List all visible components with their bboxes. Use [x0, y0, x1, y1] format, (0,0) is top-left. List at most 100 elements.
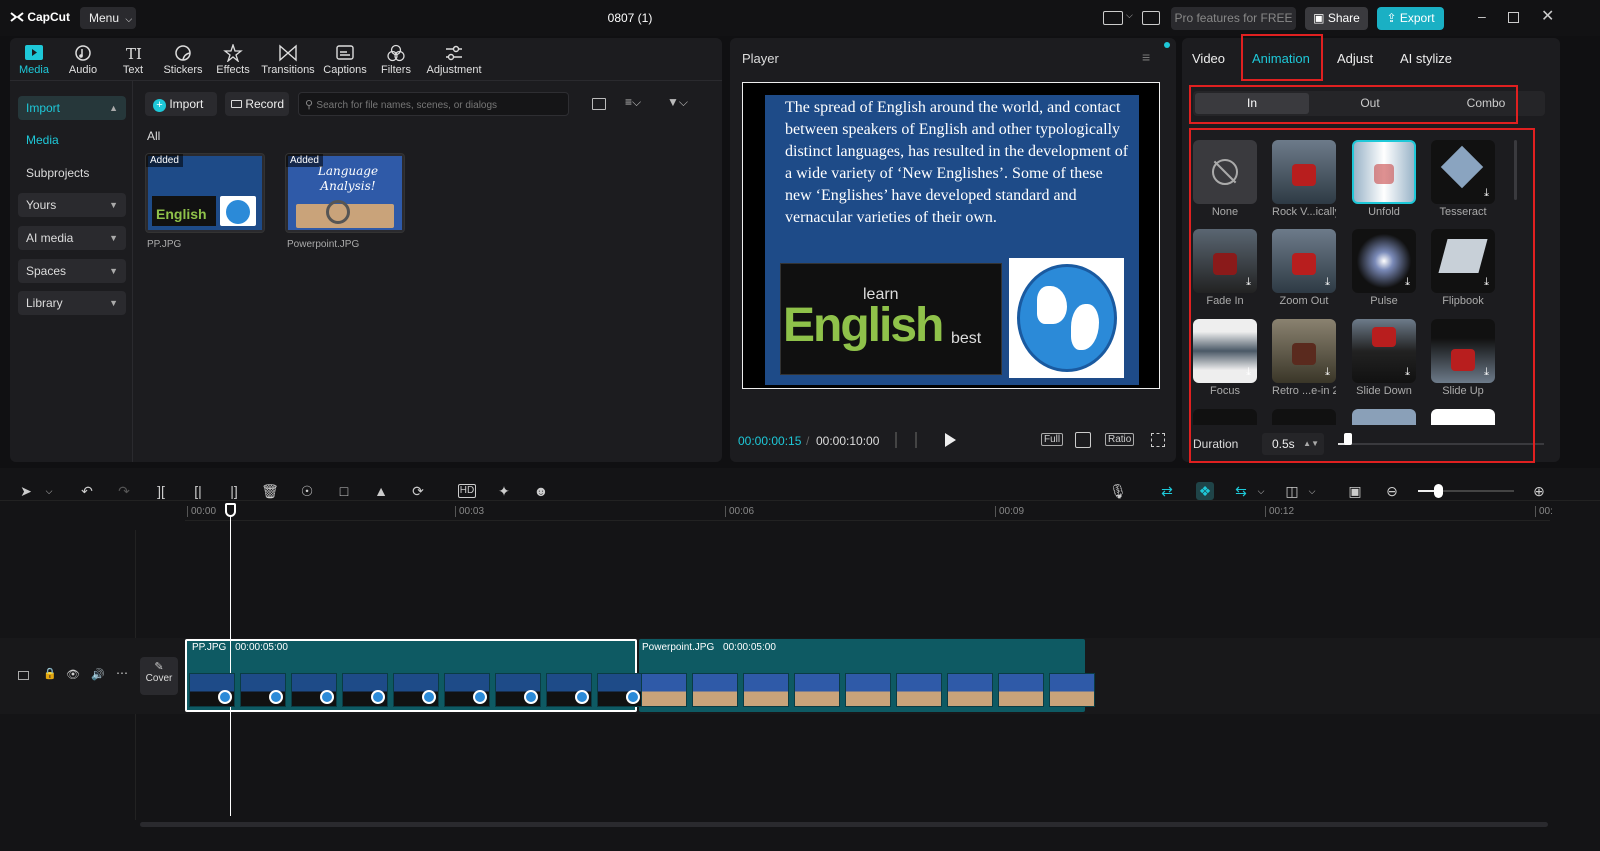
animation-thumb-partial[interactable] — [1272, 409, 1336, 425]
split-icon[interactable]: ][ — [152, 482, 170, 500]
animation-retro-fade-in-2[interactable]: ⤓ Retro ...e-in 2 — [1272, 319, 1336, 397]
toolbar-effects[interactable]: Effects — [205, 44, 261, 76]
grid-view-icon[interactable] — [592, 98, 606, 110]
keyboard-icon[interactable] — [1142, 11, 1160, 25]
animation-tesseract[interactable]: ⤓ Tesseract — [1431, 140, 1495, 218]
ratio-button[interactable]: Ratio — [1105, 433, 1135, 446]
sidebar-item-spaces[interactable]: Spaces ▼ — [18, 259, 126, 283]
mirror-icon[interactable]: ▲ — [372, 482, 390, 500]
maximize-icon[interactable] — [1508, 12, 1519, 23]
tab-video[interactable]: Video — [1192, 51, 1225, 66]
link-clips-icon[interactable]: ⇄ — [1158, 482, 1176, 500]
zoom-slider-thumb[interactable] — [1434, 484, 1443, 498]
volume-icon[interactable]: 🔊 — [91, 668, 105, 681]
lock-icon[interactable]: 🔒 — [43, 667, 57, 680]
duration-slider-thumb[interactable] — [1344, 433, 1352, 445]
undo-icon[interactable]: ↶ — [78, 482, 96, 500]
animation-thumb-partial[interactable] — [1431, 409, 1495, 425]
hd-icon[interactable]: HD — [458, 484, 476, 498]
chevron-down-icon[interactable]: ⌵ — [1126, 10, 1133, 21]
microphone-icon[interactable]: 🎙 — [1109, 482, 1127, 500]
eye-icon[interactable]: 👁 — [66, 668, 80, 681]
animation-flipbook[interactable]: ⤓ Flipbook — [1431, 229, 1495, 307]
toolbar-media[interactable]: Media — [6, 44, 62, 76]
magic-wand-icon[interactable]: ✦ — [495, 482, 513, 500]
toolbar-text[interactable]: TI Text — [105, 44, 161, 76]
animation-thumb-partial[interactable] — [1193, 409, 1257, 425]
playhead-line[interactable] — [230, 510, 231, 816]
animation-focus[interactable]: ⤓ Focus — [1193, 319, 1257, 397]
chevron-down-icon[interactable]: ⌵ — [1252, 482, 1270, 500]
zoom-out-icon[interactable]: ⊖ — [1383, 482, 1401, 500]
toolbar-stickers[interactable]: Stickers — [155, 44, 211, 76]
player-canvas[interactable]: The spread of English around the world, … — [742, 82, 1160, 389]
duration-slider-track[interactable] — [1338, 443, 1544, 445]
import-button[interactable]: + Import — [145, 92, 217, 116]
auto-snap-icon[interactable]: ⇆ — [1232, 482, 1250, 500]
animation-slide-up[interactable]: ⤓ Slide Up — [1431, 319, 1495, 397]
sidebar-item-library[interactable]: Library ▼ — [18, 291, 126, 315]
select-cursor-icon[interactable]: ➤ — [17, 482, 35, 500]
close-icon[interactable]: ✕ — [1541, 6, 1554, 26]
split-right-icon[interactable]: |] — [225, 482, 243, 500]
chevron-down-icon[interactable]: ⌵ — [40, 482, 58, 500]
subtab-combo[interactable]: Combo — [1429, 93, 1543, 114]
sidebar-item-ai-media[interactable]: AI media ▼ — [18, 226, 126, 250]
subtab-out[interactable]: Out — [1313, 93, 1427, 114]
rotate-icon[interactable]: ⟳ — [409, 482, 427, 500]
animation-slide-down[interactable]: ⤓ Slide Down — [1352, 319, 1416, 397]
subtab-in[interactable]: In — [1195, 93, 1309, 114]
tab-animation[interactable]: Animation — [1252, 51, 1310, 66]
tab-ai-stylize[interactable]: AI stylize — [1400, 51, 1452, 66]
playhead-handle[interactable] — [225, 503, 236, 517]
toolbar-transitions[interactable]: Transitions — [260, 44, 316, 76]
delete-icon[interactable]: 🗑 — [261, 482, 279, 500]
search-input[interactable]: ⚲ Search for file names, scenes, or dial… — [298, 92, 569, 116]
sidebar-item-yours[interactable]: Yours ▼ — [18, 193, 126, 217]
toolbar-filters[interactable]: Filters — [368, 44, 424, 76]
animation-rock-vertically[interactable]: Rock V...ically — [1272, 140, 1336, 218]
sort-icon[interactable]: ≡⌵ — [625, 95, 641, 110]
timeline-scrollbar[interactable] — [140, 822, 1548, 827]
animation-pulse[interactable]: ⤓ Pulse — [1352, 229, 1416, 307]
more-icon[interactable]: ⋯ — [116, 666, 128, 680]
player-menu-icon[interactable]: ≡ — [1142, 49, 1150, 65]
magnet-icon[interactable]: ❖ — [1196, 482, 1214, 500]
play-icon[interactable] — [945, 433, 956, 447]
crop-icon[interactable]: □ — [335, 482, 353, 500]
export-button[interactable]: ⇪ Export — [1377, 7, 1444, 30]
record-button[interactable]: Record — [225, 92, 289, 116]
duration-input[interactable]: 0.5s ▲▼ — [1262, 433, 1324, 455]
caption-sync-icon[interactable]: ▣ — [1346, 482, 1364, 500]
zoom-in-icon[interactable]: ⊕ — [1530, 482, 1548, 500]
minimize-icon[interactable]: – — [1478, 8, 1486, 24]
fullscreen-icon[interactable] — [1151, 433, 1165, 447]
animation-unfold[interactable]: Unfold — [1352, 140, 1416, 218]
chevron-down-icon[interactable]: ⌵ — [1303, 482, 1321, 500]
sidebar-item-import[interactable]: Import ▲ — [18, 96, 126, 120]
animation-scrollbar[interactable] — [1514, 140, 1517, 200]
full-button[interactable]: Full — [1041, 433, 1064, 446]
person-icon[interactable]: ☻ — [532, 482, 550, 500]
redo-icon[interactable]: ↷ — [115, 482, 133, 500]
toolbar-audio[interactable]: Audio — [55, 44, 111, 76]
split-left-icon[interactable]: [| — [189, 482, 207, 500]
marker-icon[interactable]: ☉ — [298, 482, 316, 500]
preview-axis-icon[interactable]: ◫ — [1283, 482, 1301, 500]
pro-features-button[interactable]: Pro features for FREE — [1171, 7, 1296, 30]
animation-thumb-partial[interactable] — [1352, 409, 1416, 425]
animation-zoom-out[interactable]: ⤓ Zoom Out — [1272, 229, 1336, 307]
media-thumb-pp[interactable]: English Added — [145, 153, 265, 233]
toolbar-adjustment[interactable]: Adjustment — [423, 44, 485, 76]
tab-adjust[interactable]: Adjust — [1337, 51, 1373, 66]
media-thumb-powerpoint[interactable]: Language Analysis! Added — [285, 153, 405, 233]
menu-button[interactable]: Menu ⌵ — [80, 7, 136, 29]
layout-icon[interactable] — [1103, 11, 1123, 25]
toolbar-captions[interactable]: Captions — [317, 44, 373, 76]
screenshot-icon[interactable] — [1075, 432, 1091, 448]
animation-none[interactable]: None — [1193, 140, 1257, 218]
share-button[interactable]: ▣ Share — [1305, 7, 1368, 30]
cover-button[interactable]: ✎ Cover — [140, 657, 178, 695]
timeline-ruler[interactable] — [185, 503, 1550, 521]
filter-icon[interactable]: ▼⌵ — [667, 95, 688, 110]
